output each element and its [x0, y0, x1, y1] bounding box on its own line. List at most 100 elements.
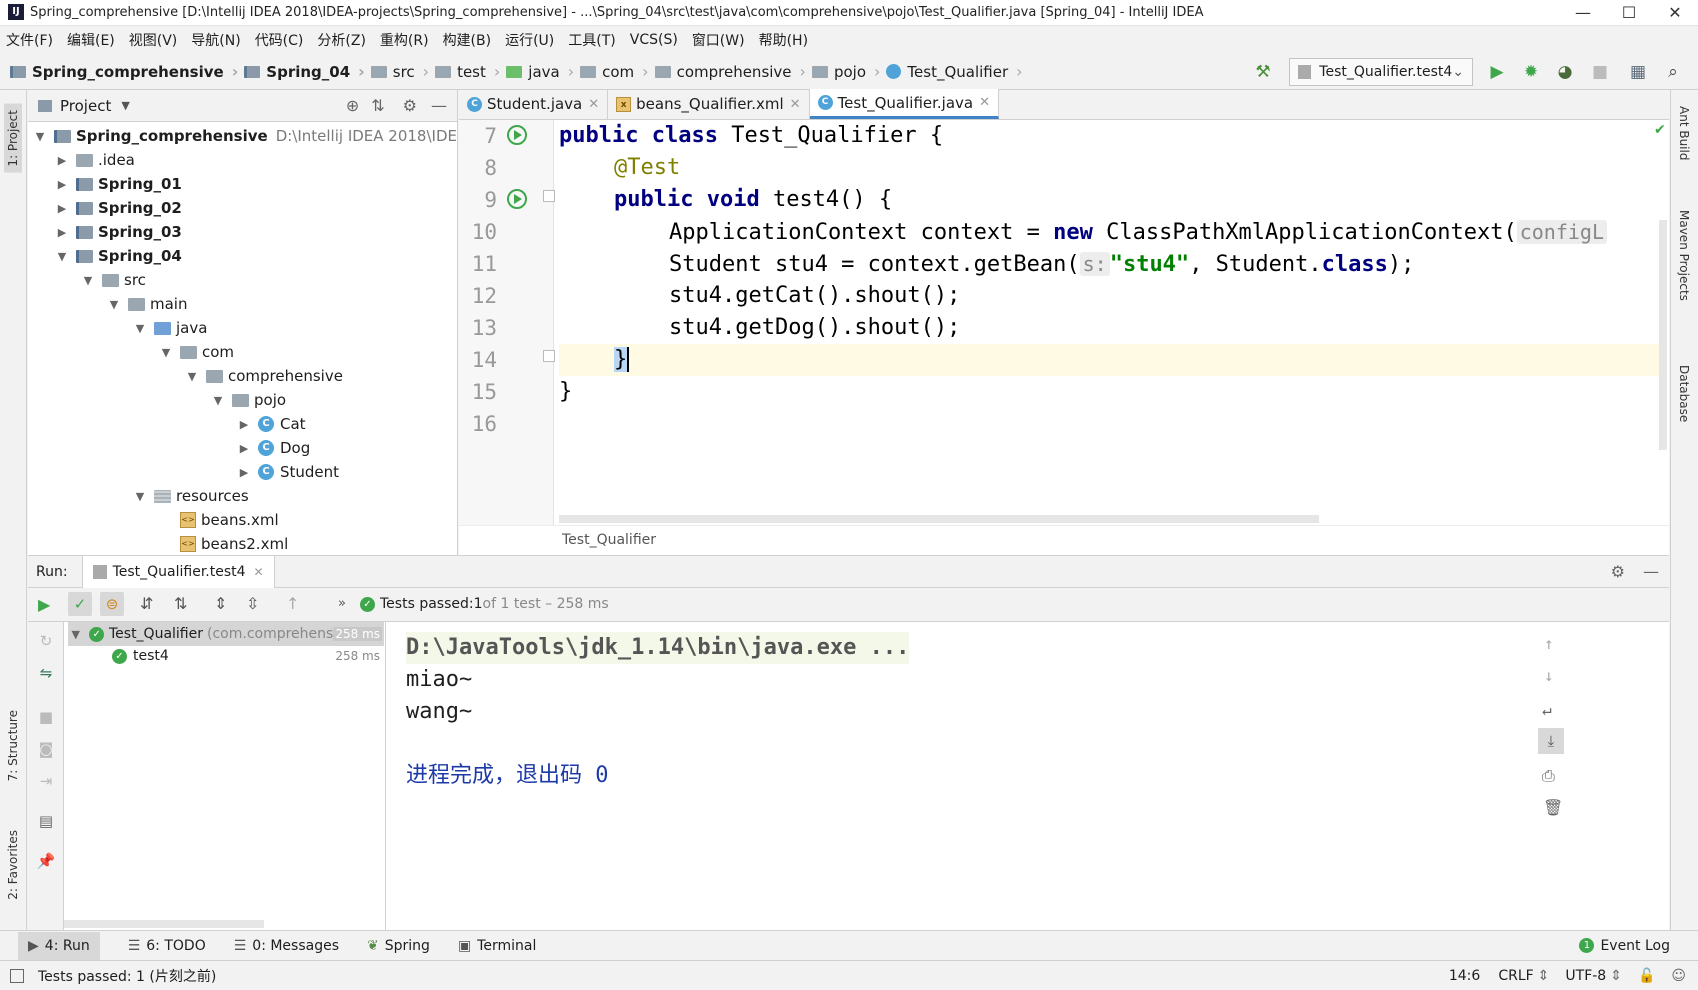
rerun-failed-icon[interactable]: ↻: [36, 632, 56, 652]
menu-edit[interactable]: 编辑(E): [67, 30, 115, 50]
database-tab[interactable]: Database: [1677, 365, 1691, 422]
toolwindow-messages[interactable]: ☰ 0: Messages: [234, 938, 339, 954]
toggle-auto-test-icon[interactable]: ⇋: [36, 664, 56, 684]
tab-student-java[interactable]: C Student.java ✕: [459, 89, 609, 119]
menu-window[interactable]: 窗口(W): [692, 30, 745, 50]
hide-icon[interactable]: —: [1643, 562, 1659, 581]
print-icon[interactable]: ⎙: [1542, 766, 1555, 786]
collapse-all-icon[interactable]: ⇳: [246, 594, 259, 613]
run-tab[interactable]: Test_Qualifier.test4 ✕: [81, 555, 275, 588]
tree-item-pojo[interactable]: ▼ pojo: [210, 388, 286, 412]
up-arrow-icon[interactable]: ↑: [286, 594, 299, 613]
code-area[interactable]: public class Test_Qualifier { @Test publ…: [559, 120, 1664, 525]
hammer-icon[interactable]: ⚒: [1253, 62, 1273, 82]
close-tab-icon[interactable]: ✕: [790, 97, 801, 112]
breadcrumb-module[interactable]: Spring_04 ›: [244, 62, 365, 81]
menu-navigate[interactable]: 导航(N): [191, 30, 240, 50]
menu-vcs[interactable]: VCS(S): [630, 32, 678, 48]
fold-marker-icon[interactable]: [543, 190, 555, 202]
breadcrumb-class[interactable]: Test_Qualifier ›: [886, 62, 1023, 81]
tab-beans-qualifier-xml[interactable]: x beans_Qualifier.xml ✕: [608, 89, 810, 119]
close-button[interactable]: ✕: [1652, 0, 1698, 26]
test-suite-row[interactable]: ▼ ✓ Test_Qualifier (com.comprehens 258 m…: [68, 622, 384, 646]
test-case-row[interactable]: ✓ test4 258 ms: [112, 644, 384, 668]
minimize-button[interactable]: —: [1560, 0, 1606, 26]
close-tab-icon[interactable]: ✕: [588, 97, 599, 112]
toolwindow-event-log[interactable]: 1 Event Log: [1579, 938, 1670, 954]
debug-icon[interactable]: ✹: [1521, 62, 1541, 82]
tree-item-spring04[interactable]: ▼ Spring_04: [54, 244, 182, 268]
tree-item-beans-xml[interactable]: <> beans.xml: [174, 508, 279, 532]
gear-icon[interactable]: ⚙: [403, 96, 417, 115]
lock-icon[interactable]: 🔓: [1638, 968, 1655, 984]
toolwindow-terminal[interactable]: ▣ Terminal: [458, 938, 536, 954]
caret-position[interactable]: 14:6: [1449, 968, 1480, 984]
breadcrumb-src[interactable]: src ›: [370, 62, 429, 81]
file-encoding[interactable]: UTF-8: [1565, 968, 1606, 984]
maven-projects-tab[interactable]: Maven Projects: [1677, 210, 1691, 301]
run-class-gutter-icon[interactable]: [507, 125, 527, 145]
menu-tools[interactable]: 工具(T): [568, 30, 615, 50]
tree-item-idea[interactable]: ▶ .idea: [54, 148, 135, 172]
close-tab-icon[interactable]: ✕: [254, 565, 264, 579]
search-icon[interactable]: ⌕: [1663, 62, 1683, 82]
expand-all-icon[interactable]: ⇕: [214, 594, 227, 613]
sort-alpha-icon[interactable]: ⇵: [140, 594, 153, 613]
menu-file[interactable]: 文件(F): [6, 30, 53, 50]
project-view-label[interactable]: Project: [60, 97, 111, 115]
toolwindow-spring[interactable]: ❦ Spring: [367, 938, 430, 954]
collapse-all-icon[interactable]: ⇅: [371, 96, 384, 115]
menu-refactor[interactable]: 重构(R): [380, 30, 429, 50]
menu-view[interactable]: 视图(V): [129, 30, 178, 50]
breadcrumb-project[interactable]: Spring_comprehensive ›: [10, 62, 238, 81]
run-config-select[interactable]: Test_Qualifier.test4 ⌄: [1289, 58, 1473, 86]
ant-build-tab[interactable]: Ant Build: [1677, 106, 1691, 160]
show-ignored-icon[interactable]: ⊜: [100, 592, 124, 616]
breadcrumb-test[interactable]: test ›: [435, 62, 500, 81]
menu-build[interactable]: 构建(B): [443, 30, 492, 50]
gear-icon[interactable]: ⚙: [1611, 562, 1625, 581]
tree-item-project-root[interactable]: ▼ Spring_comprehensive D:\Intellij IDEA 20…: [32, 124, 457, 148]
breadcrumb-pojo[interactable]: pojo ›: [811, 62, 880, 81]
status-message[interactable]: Tests passed: 1 (片刻之前): [38, 966, 216, 986]
console-output[interactable]: D:\JavaTools\jdk_1.14\bin\java.exe ... m…: [386, 622, 1661, 931]
hide-icon[interactable]: —: [431, 96, 447, 115]
pin-icon[interactable]: 📌: [36, 852, 56, 872]
run-test-gutter-icon[interactable]: [507, 189, 527, 209]
tree-item-cat[interactable]: ▶ C Cat: [236, 412, 306, 436]
coverage-icon[interactable]: ◕: [1555, 62, 1575, 82]
camera-icon[interactable]: ◙: [36, 740, 56, 760]
more-icon[interactable]: »: [338, 596, 346, 611]
tree-item-dog[interactable]: ▶ C Dog: [236, 436, 310, 460]
tree-item-spring03[interactable]: ▶ Spring_03: [54, 220, 182, 244]
horizontal-scrollbar[interactable]: [559, 515, 1319, 523]
show-passed-icon[interactable]: ✓: [68, 592, 92, 616]
rerun-icon[interactable]: ▶: [38, 595, 50, 614]
fold-marker-icon[interactable]: [543, 350, 555, 362]
chevron-down-icon[interactable]: ▼: [121, 99, 129, 112]
tree-item-resources[interactable]: ▼ resources: [132, 484, 249, 508]
close-tab-icon[interactable]: ✕: [979, 95, 990, 110]
breadcrumb-comprehensive[interactable]: comprehensive ›: [654, 62, 806, 81]
toolwindow-run[interactable]: ▶ 4: Run: [18, 931, 100, 960]
breadcrumb-com[interactable]: com ›: [580, 62, 649, 81]
trash-icon[interactable]: 🗑: [1543, 798, 1563, 817]
tab-test-qualifier-java[interactable]: C Test_Qualifier.java ✕: [809, 89, 1000, 119]
run-icon[interactable]: ▶: [1487, 62, 1507, 82]
scroll-to-end-icon[interactable]: ⤓: [1538, 728, 1564, 754]
structure-tool-tab[interactable]: 7: Structure: [6, 710, 20, 781]
toolwindow-todo[interactable]: ☰ 6: TODO: [128, 938, 206, 954]
menu-code[interactable]: 代码(C): [255, 30, 304, 50]
menu-run[interactable]: 运行(U): [505, 30, 554, 50]
tree-item-spring02[interactable]: ▶ Spring_02: [54, 196, 182, 220]
code-breadcrumb[interactable]: Test_Qualifier: [562, 532, 656, 548]
tree-item-spring01[interactable]: ▶ Spring_01: [54, 172, 182, 196]
sort-duration-icon[interactable]: ⇅: [174, 594, 187, 613]
menu-help[interactable]: 帮助(H): [759, 30, 808, 50]
hector-icon[interactable]: ☺: [1671, 968, 1686, 984]
tree-item-src[interactable]: ▼ src: [80, 268, 146, 292]
maximize-button[interactable]: ☐: [1606, 0, 1652, 26]
exit-icon[interactable]: ⇥: [36, 772, 56, 792]
tree-item-beans2-xml[interactable]: <> beans2.xml: [174, 532, 288, 555]
toggle-tool-windows-icon[interactable]: [10, 968, 24, 983]
